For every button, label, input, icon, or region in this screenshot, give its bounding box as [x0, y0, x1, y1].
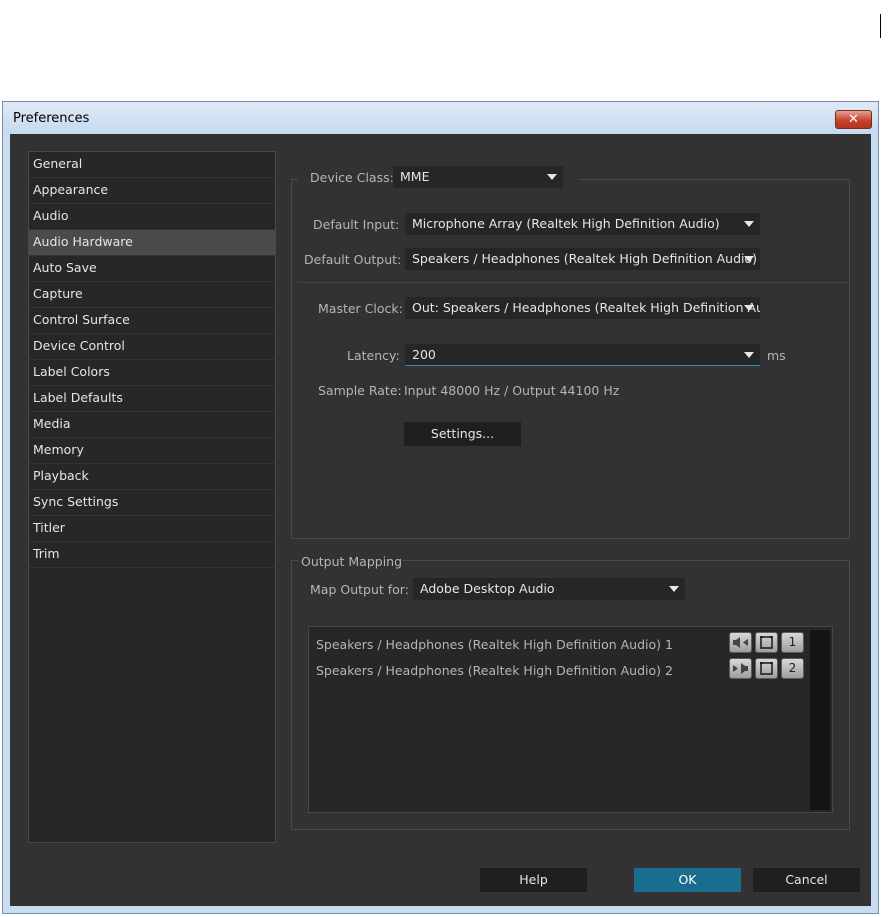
map-output-for-label: Map Output for: — [310, 582, 409, 597]
help-button[interactable]: Help — [480, 868, 587, 892]
sample-rate-label: Sample Rate: — [318, 383, 402, 398]
channel-number-1: 1 — [781, 632, 804, 653]
sidebar-item-playback[interactable]: Playback — [29, 464, 275, 490]
sidebar-item-audio-hardware[interactable]: Audio Hardware — [29, 230, 275, 256]
list-scrollbar[interactable] — [810, 630, 830, 810]
default-output-label: Default Output: — [304, 252, 402, 267]
sidebar-item-sync-settings[interactable]: Sync Settings — [29, 490, 275, 516]
sidebar-item-device-control[interactable]: Device Control — [29, 334, 275, 360]
default-input-dropdown[interactable]: Microphone Array (Realtek High Definitio… — [405, 213, 760, 235]
channel-number-2: 2 — [781, 658, 804, 679]
chevron-down-icon — [669, 586, 679, 592]
latency-unit: ms — [767, 348, 786, 363]
sidebar-item-general[interactable]: General — [29, 152, 275, 178]
latency-label: Latency: — [347, 348, 400, 363]
chevron-down-icon — [744, 221, 754, 227]
speaker-left-icon[interactable] — [729, 632, 752, 653]
sidebar-item-trim[interactable]: Trim — [29, 542, 275, 568]
settings-button[interactable]: Settings... — [404, 422, 521, 446]
master-clock-label: Master Clock: — [318, 301, 403, 316]
close-icon: ✕ — [848, 112, 859, 127]
close-button[interactable]: ✕ — [835, 110, 872, 129]
sidebar-item-capture[interactable]: Capture — [29, 282, 275, 308]
device-class-dropdown[interactable]: MME — [393, 166, 563, 188]
chevron-down-icon — [744, 305, 754, 311]
channel-map-list: Speakers / Headphones (Realtek High Defi… — [308, 626, 833, 813]
channel-map-row-1: Speakers / Headphones (Realtek High Defi… — [316, 637, 673, 652]
device-separator — [298, 282, 848, 283]
chevron-down-icon — [744, 352, 754, 358]
sidebar-item-auto-save[interactable]: Auto Save — [29, 256, 275, 282]
latency-dropdown[interactable]: 200 — [405, 344, 760, 366]
title-bar: Preferences ✕ — [3, 102, 878, 134]
master-clock-dropdown[interactable]: Out: Speakers / Headphones (Realtek High… — [405, 297, 760, 319]
default-input-label: Default Input: — [313, 217, 400, 232]
sidebar-item-label-colors[interactable]: Label Colors — [29, 360, 275, 386]
sidebar-item-audio[interactable]: Audio — [29, 204, 275, 230]
cancel-button[interactable]: Cancel — [753, 868, 860, 892]
map-output-for-dropdown[interactable]: Adobe Desktop Audio — [413, 578, 685, 600]
sidebar-item-titler[interactable]: Titler — [29, 516, 275, 542]
sidebar-item-control-surface[interactable]: Control Surface — [29, 308, 275, 334]
sidebar-item-memory[interactable]: Memory — [29, 438, 275, 464]
channel-square-icon[interactable] — [755, 658, 778, 679]
device-class-label: Device Class: — [310, 170, 394, 185]
speaker-right-icon[interactable] — [729, 658, 752, 679]
chevron-down-icon — [547, 174, 557, 180]
page-edge-line — [880, 14, 881, 38]
channel-map-row-2: Speakers / Headphones (Realtek High Defi… — [316, 663, 673, 678]
sidebar-item-label-defaults[interactable]: Label Defaults — [29, 386, 275, 412]
window-title: Preferences — [13, 111, 90, 126]
chevron-down-icon — [744, 256, 754, 262]
sidebar-item-appearance[interactable]: Appearance — [29, 178, 275, 204]
dialog-body: General Appearance Audio Audio Hardware … — [10, 134, 871, 906]
category-list: General Appearance Audio Audio Hardware … — [28, 151, 276, 843]
output-mapping-title: Output Mapping — [301, 554, 403, 569]
channel-square-icon[interactable] — [755, 632, 778, 653]
sample-rate-value: Input 48000 Hz / Output 44100 Hz — [404, 383, 620, 398]
ok-button[interactable]: OK — [634, 868, 741, 892]
preferences-dialog: Preferences ✕ General Appearance Audio A… — [2, 101, 879, 914]
sidebar-item-media[interactable]: Media — [29, 412, 275, 438]
default-output-dropdown[interactable]: Speakers / Headphones (Realtek High Defi… — [405, 248, 760, 270]
